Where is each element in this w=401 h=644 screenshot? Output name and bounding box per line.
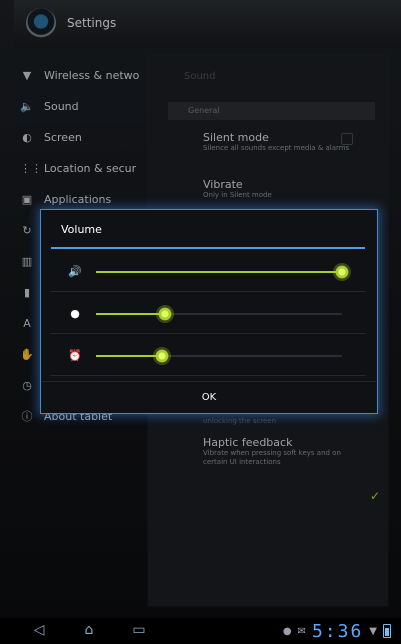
notification-icon: ● xyxy=(70,307,80,320)
dialog-divider xyxy=(51,247,365,249)
notification-volume-row: ● xyxy=(51,294,365,334)
slider-fill xyxy=(96,313,165,315)
volume-dialog: Volume 🔊 ● ⏰ OK xyxy=(40,209,378,414)
speaker-icon: 🔊 xyxy=(68,265,82,278)
recent-apps-icon[interactable]: ▭ xyxy=(125,622,153,640)
clock-time: 5:36 xyxy=(311,620,364,642)
system-navigation-bar: ◁ ⌂ ▭ ● ✉ 5:36 ▼ xyxy=(0,618,401,644)
slider-thumb[interactable] xyxy=(155,305,174,323)
media-volume-row: 🔊 xyxy=(51,252,365,292)
wifi-icon: ▼ xyxy=(369,625,377,637)
settings-screen: Settings ▼ Wireless & netwo 🔈 Sound ◐ Sc… xyxy=(0,0,401,618)
gmail-icon: ✉ xyxy=(297,625,306,637)
status-area[interactable]: ● ✉ 5:36 ▼ xyxy=(282,620,391,642)
back-icon[interactable]: ◁ xyxy=(25,622,53,640)
slider-fill xyxy=(96,271,342,273)
alarm-volume-slider[interactable] xyxy=(96,347,342,365)
home-icon[interactable]: ⌂ xyxy=(75,622,103,640)
alarm-icon: ⏰ xyxy=(68,349,82,362)
alarm-volume-row: ⏰ xyxy=(51,336,365,376)
notification-volume-slider[interactable] xyxy=(96,305,342,323)
slider-thumb[interactable] xyxy=(333,263,351,281)
dialog-title: Volume xyxy=(61,223,102,236)
ok-button[interactable]: OK xyxy=(42,381,376,412)
android-icon: ● xyxy=(282,625,292,637)
battery-icon xyxy=(383,624,391,638)
slider-thumb[interactable] xyxy=(153,347,172,365)
media-volume-slider[interactable] xyxy=(96,263,351,281)
